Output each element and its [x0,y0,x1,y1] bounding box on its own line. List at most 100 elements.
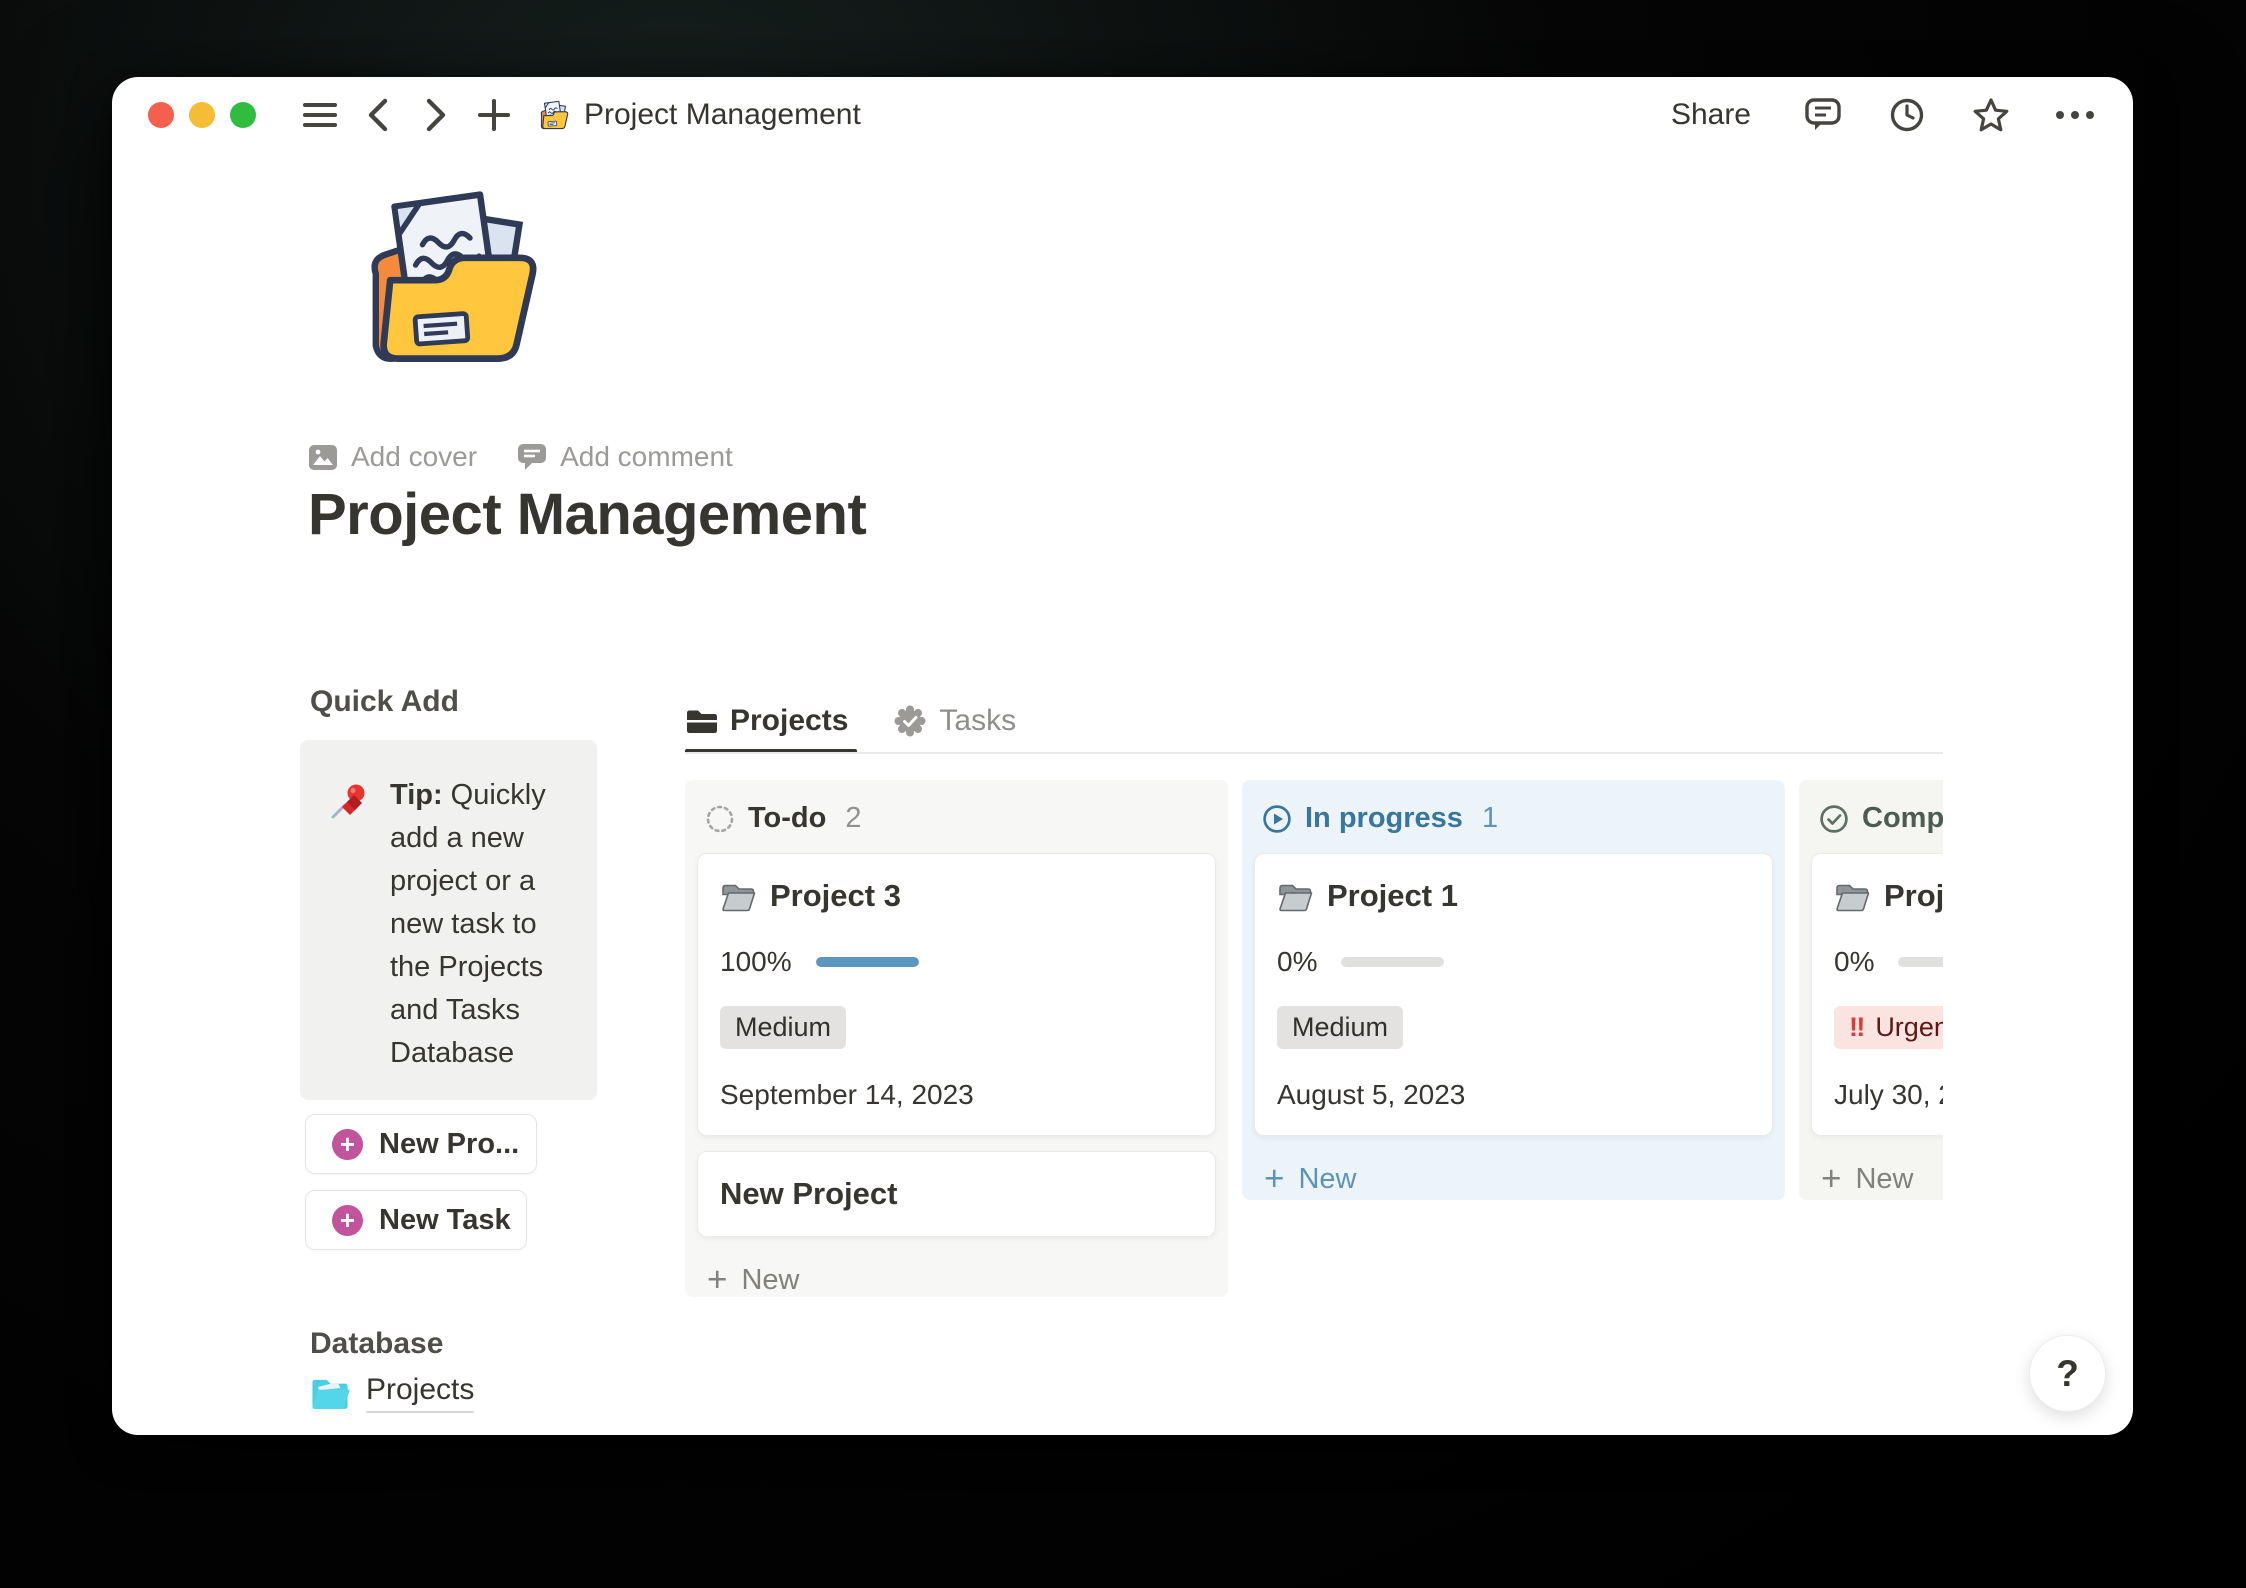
pink-plus-icon: + [332,1128,363,1160]
zoom-window-button[interactable] [230,102,256,128]
chevron-right-icon [426,98,446,132]
titlebar: Project Management Share [112,77,2133,153]
page-title: Project Management [308,482,867,547]
add-card-button-inprogress[interactable]: + New [1254,1151,1773,1208]
card-folder-icon [720,881,756,912]
kanban-column-completed: Completed Project 0% ‼Urgent July 30, 2023 + N… [1799,780,1943,1200]
back-button[interactable] [356,93,400,137]
column-header-inprogress[interactable]: In progress 1 [1254,792,1773,853]
kanban-board: To-do 2 Project 3 100% Medium September 14, 2… [685,780,1943,1297]
progress-label: 0% [1834,946,1875,977]
database-heading: Database [310,1327,444,1360]
tip-text: Tip: Quickly add a new project or a new … [390,779,546,1069]
card-folder-icon [1834,881,1870,912]
add-cover-button[interactable]: Add cover [308,441,477,473]
kanban-column-todo: To-do 2 Project 3 100% Medium September 14, 2… [685,780,1228,1297]
column-header-todo[interactable]: To-do 2 [697,792,1216,853]
completed-check-icon [1820,804,1848,833]
comment-icon [1805,98,1841,130]
project-card[interactable]: Project 0% ‼Urgent July 30, 2023 [1811,853,1943,1136]
plus-icon [478,99,510,131]
in-progress-play-icon [1263,804,1291,833]
pink-plus-icon: + [332,1204,363,1236]
titlebar-page[interactable]: Project Management [538,98,861,132]
add-cover-label: Add cover [351,441,478,472]
tab-tasks-label: Tasks [939,704,1017,737]
page-icon-folder-illustration[interactable] [355,181,547,373]
tabs-divider [685,752,1943,754]
priority-tag: Medium [1277,1006,1404,1049]
help-button[interactable]: ? [2029,1335,2106,1412]
card-due-date: July 30, 2023 [1834,1079,1943,1110]
column-label: In progress [1305,802,1463,834]
minimize-window-button[interactable] [189,102,215,128]
new-tab-button[interactable] [472,93,516,137]
urgent-exclamation-icon: ‼ [1849,1012,1866,1042]
progress-bar [815,957,919,967]
priority-tag: ‼Urgent [1834,1006,1943,1049]
new-task-button[interactable]: + New Task [305,1190,527,1250]
close-window-button[interactable] [148,102,174,128]
new-project-button-label: New Pro... [379,1127,520,1160]
quick-add-heading: Quick Add [310,685,459,718]
comment-bubble-icon [518,444,547,470]
card-title: Project 3 [770,878,901,913]
hamburger-icon [303,103,337,127]
project-card[interactable]: Project 3 100% Medium September 14, 2023 [697,853,1216,1136]
star-icon [1973,98,2009,132]
clock-icon [1890,98,1924,132]
card-due-date: September 14, 2023 [720,1079,974,1110]
add-card-label: New [741,1264,800,1296]
tip-bold: Tip: [390,779,443,811]
priority-tag: Medium [720,1006,847,1049]
tab-tasks[interactable]: Tasks [894,704,1016,752]
progress-label: 100% [720,946,792,977]
badge-check-icon [894,705,926,737]
tip-callout: Tip: Quickly add a new project or a new … [300,740,597,1100]
progress-label: 0% [1277,946,1318,977]
card-folder-icon [1277,881,1313,912]
progress-bar [1341,957,1445,967]
column-label: To-do [748,802,827,834]
card-title: Project 1 [1327,878,1458,913]
page-folder-icon [538,100,570,130]
progress-row: 0% [1277,946,1750,978]
column-count: 1 [1481,802,1499,834]
plus-icon: + [1821,1158,1842,1198]
card-title: Project [1884,878,1943,913]
folder-tab-icon [687,710,717,733]
add-card-button-completed[interactable]: + New [1811,1151,1943,1208]
project-card[interactable]: New Project [697,1151,1216,1237]
view-tabs: Projects Tasks [685,700,1943,754]
sidebar-toggle-button[interactable] [298,93,342,137]
add-comment-label: Add comment [560,441,733,472]
kanban-column-inprogress: In progress 1 Project 1 0% Medium August 5, 2… [1242,780,1785,1200]
pushpin-icon [331,784,365,819]
progress-row: 100% [720,946,1193,978]
card-due-date: August 5, 2023 [1277,1079,1466,1110]
database-projects-link[interactable]: Projects [310,1373,475,1413]
project-card[interactable]: Project 1 0% Medium August 5, 2023 [1254,853,1773,1136]
add-comment-button[interactable]: Add comment [517,441,733,473]
column-label: Completed [1862,802,1943,834]
favorite-button[interactable] [1969,93,2013,137]
forward-button[interactable] [414,93,458,137]
more-options-button[interactable] [2053,93,2097,137]
column-header-completed[interactable]: Completed [1811,792,1943,853]
plus-icon: + [707,1259,728,1297]
add-card-label: New [1298,1163,1357,1195]
chevron-left-icon [368,98,388,132]
add-card-label: New [1855,1163,1914,1195]
add-card-button-todo[interactable]: + New [697,1252,1216,1297]
tab-projects[interactable]: Projects [685,704,848,752]
board-area: Projects Tasks To-do 2 Project 3 100% Me… [685,700,1943,1297]
share-button[interactable]: Share [1661,92,1761,138]
column-count: 2 [845,802,862,834]
progress-row: 0% [1834,946,1943,978]
titlebar-page-title: Project Management [584,98,861,131]
plus-icon: + [1264,1158,1285,1198]
comments-button[interactable] [1801,93,1845,137]
image-icon [309,444,337,470]
new-project-button[interactable]: + New Pro... [305,1114,537,1174]
history-button[interactable] [1885,93,1929,137]
